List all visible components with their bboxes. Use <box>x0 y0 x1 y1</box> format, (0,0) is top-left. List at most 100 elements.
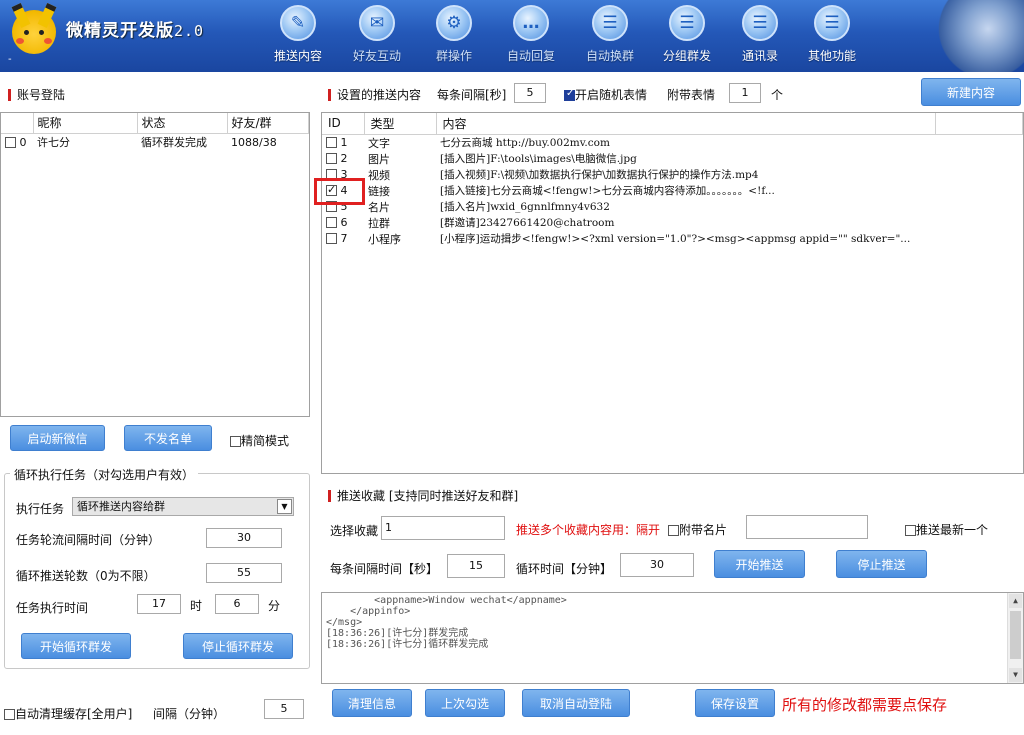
header-decoration <box>934 0 1024 72</box>
log-line: <appname>Window wechat</appname> <box>326 595 567 606</box>
nav-group-send[interactable]: ☰ 分组群发 <box>654 3 720 69</box>
pikachu-logo-icon <box>12 10 56 54</box>
table-row[interactable]: 3 视频 [插入视频]F:\视频\加数据执行保护\加数据执行保护的操作方法.mp4 <box>322 167 1023 183</box>
cancel-auto-login-button[interactable]: 取消自动登陆 <box>522 689 630 717</box>
account-section-title: 账号登陆 <box>8 86 65 103</box>
col-select <box>1 113 34 134</box>
fav-loop-input[interactable]: 30 <box>620 553 694 577</box>
log-line: </appinfo> <box>326 606 411 617</box>
rounds-label: 循环推送轮数（0为不限） <box>16 569 156 583</box>
row-checkbox[interactable] <box>326 217 337 228</box>
col-type[interactable]: 类型 <box>364 113 437 135</box>
row-checkbox[interactable] <box>326 137 337 148</box>
log-scrollbar[interactable]: ▲ ▼ <box>1007 593 1023 683</box>
attach-card-input[interactable] <box>746 515 868 539</box>
hour-input[interactable]: 17 <box>137 594 181 614</box>
table-row[interactable]: 2 图片 [插入图片]F:\tools\images\电脑微信.jpg <box>322 151 1023 167</box>
user-chat-icon: ✉ <box>359 5 395 41</box>
save-settings-button[interactable]: 保存设置 <box>695 689 775 717</box>
table-row[interactable]: 5 名片 [插入名片]wxid_6gnnlfmny4v632 <box>322 199 1023 215</box>
scroll-up-icon[interactable]: ▲ <box>1009 594 1022 608</box>
table-row[interactable]: 7 小程序 [小程序]运动揖步<!fengw!><?xml version="1.0… <box>322 231 1023 247</box>
blacklist-button[interactable]: 不发名单 <box>124 425 212 451</box>
row-checkbox[interactable] <box>326 153 337 164</box>
table-row[interactable]: 4链接[插入链接]七分云商城<!fengw!>七分云商城内容待添加。。。。。。。… <box>322 183 1023 199</box>
row-nickname: 许七分 <box>37 136 70 150</box>
stop-push-button[interactable]: 停止推送 <box>836 550 927 578</box>
fav-loop-label: 循环时间【分钟】 <box>516 562 613 576</box>
nav-contacts[interactable]: ☰ 通讯录 <box>727 3 793 69</box>
header-dash: - <box>8 54 12 65</box>
row-checkbox[interactable] <box>326 233 337 244</box>
fav-multi-hint: 推送多个收藏内容用：隔开 <box>516 523 661 537</box>
auto-clean-interval-input[interactable]: 5 <box>264 699 304 719</box>
scroll-down-icon[interactable]: ▼ <box>1009 668 1022 682</box>
push-interval-label: 每条间隔[秒] <box>437 88 507 102</box>
row-select[interactable]: 0 <box>1 133 33 151</box>
col-status[interactable]: 状态 <box>137 113 228 134</box>
clear-info-button[interactable]: 清理信息 <box>332 689 412 717</box>
last-selection-button[interactable]: 上次勾选 <box>425 689 505 717</box>
launch-wechat-button[interactable]: 启动新微信 <box>10 425 105 451</box>
push-table-header: ID 类型 内容 <box>322 113 1023 135</box>
attach-emoji-unit: 个 <box>771 88 784 102</box>
account-table[interactable]: 昵称 状态 好友/群 0 许七分 循环群发完成 1088/38 <box>0 112 310 417</box>
simple-mode-toggle[interactable]: 精简模式 <box>230 432 289 449</box>
row-checkbox[interactable] <box>5 136 16 148</box>
nav-auto-switch-group[interactable]: ☰ 自动换群 <box>577 3 643 69</box>
log-output[interactable]: <appname>Window wechat</appname> </appin… <box>321 592 1024 684</box>
attach-emoji-input[interactable]: 1 <box>729 83 761 103</box>
push-interval-input[interactable]: 5 <box>514 83 546 103</box>
attach-card-toggle[interactable]: 附带名片 <box>668 521 727 538</box>
interval-input[interactable]: 30 <box>206 528 282 548</box>
fav-select-input[interactable]: 1 <box>381 516 505 540</box>
random-emoji-toggle[interactable]: 开启随机表情 <box>564 86 647 103</box>
col-nickname[interactable]: 昵称 <box>33 113 138 134</box>
attach-emoji-label: 附带表情 <box>667 88 716 102</box>
new-content-button[interactable]: 新建内容 <box>921 78 1021 106</box>
log-line: [18:36:26][许七分]群发完成 <box>326 628 469 639</box>
push-section-title: 设置的推送内容 <box>328 86 421 103</box>
push-latest-checkbox[interactable] <box>905 525 916 536</box>
chevron-down-icon[interactable]: ▼ <box>277 499 292 514</box>
nav-auto-reply[interactable]: … 自动回复 <box>498 3 564 69</box>
col-id[interactable]: ID <box>322 113 365 135</box>
task-label: 执行任务 <box>16 502 65 516</box>
interval-label: 任务轮流间隔时间（分钟） <box>16 533 161 547</box>
auto-clean-toggle[interactable]: 自动清理缓存[全用户] <box>4 705 132 722</box>
col-content[interactable]: 内容 <box>436 113 936 135</box>
highlight-box <box>314 178 365 205</box>
simple-mode-checkbox[interactable] <box>230 436 241 447</box>
task-select[interactable]: 循环推送内容给群 ▼ <box>72 497 294 516</box>
col-extra <box>935 113 1023 135</box>
nav-push-content[interactable]: ✎ 推送内容 <box>265 3 331 69</box>
rounds-input[interactable]: 55 <box>206 563 282 583</box>
chat-bubble-icon: ☰ <box>669 5 705 41</box>
nav-other-functions[interactable]: ☰ 其他功能 <box>799 3 865 69</box>
chat-bubble-icon: ☰ <box>592 5 628 41</box>
col-friends[interactable]: 好友/群 <box>227 113 309 134</box>
start-loop-button[interactable]: 开始循环群发 <box>21 633 131 659</box>
stop-loop-button[interactable]: 停止循环群发 <box>183 633 293 659</box>
fav-section-title: 推送收藏 [支持同时推送好友和群] <box>328 487 518 504</box>
table-row[interactable]: 0 许七分 循环群发完成 1088/38 <box>1 133 309 151</box>
scroll-thumb[interactable] <box>1010 611 1021 659</box>
nav-friend-interaction[interactable]: ✉ 好友互动 <box>344 3 410 69</box>
fav-interval-input[interactable]: 15 <box>447 554 505 578</box>
chat-bubble-icon: … <box>513 5 549 41</box>
random-emoji-checkbox[interactable] <box>564 88 575 101</box>
push-latest-toggle[interactable]: 推送最新一个 <box>905 521 988 538</box>
nav-group-operation[interactable]: ⚙ 群操作 <box>421 3 487 69</box>
table-row[interactable]: 1 文字 七分云商城 http://buy.002mv.com <box>322 134 1023 151</box>
app-header: 微精灵开发版2.0 - ✎ 推送内容 ✉ 好友互动 ⚙ 群操作 … 自动回复 ☰ 自动换群… <box>0 0 1024 72</box>
auto-clean-interval-label: 间隔（分钟） <box>153 707 226 721</box>
log-line: [18:36:26][许七分]循环群发完成 <box>326 639 489 650</box>
auto-clean-checkbox[interactable] <box>4 709 15 720</box>
minute-input[interactable]: 6 <box>215 594 259 614</box>
table-row[interactable]: 6 拉群 [群邀请]23427661420@chatroom <box>322 215 1023 231</box>
account-table-header: 昵称 状态 好友/群 <box>1 113 309 134</box>
push-content-table[interactable]: ID 类型 内容 1 文字 七分云商城 http://buy.002mv.com 2… <box>321 112 1024 474</box>
start-push-button[interactable]: 开始推送 <box>714 550 805 578</box>
attach-card-checkbox[interactable] <box>668 525 679 536</box>
loop-group-title: 循环执行任务（对勾选用户有效） <box>10 466 199 483</box>
